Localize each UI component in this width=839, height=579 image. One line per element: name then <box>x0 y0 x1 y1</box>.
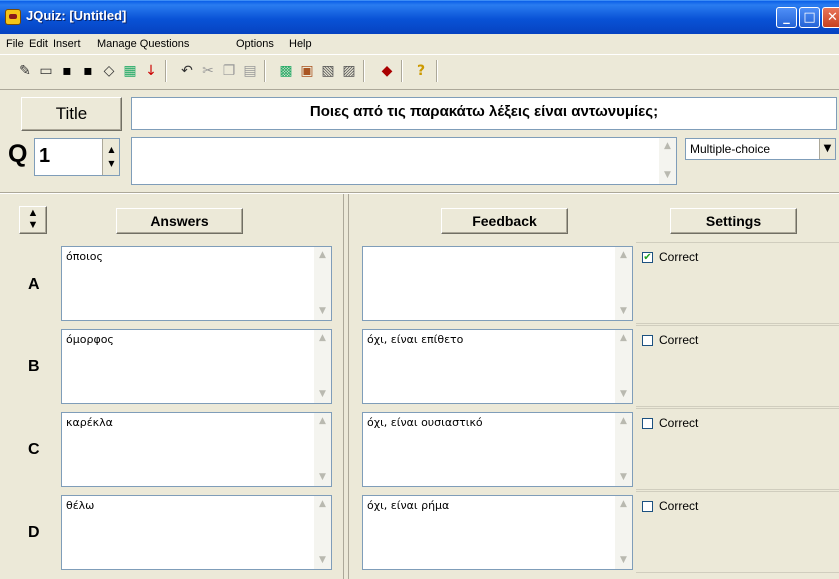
menu-insert[interactable]: Insert <box>53 38 81 50</box>
scroll-down-icon[interactable]: ▼ <box>615 303 632 320</box>
new-icon[interactable]: ✎ <box>16 62 34 80</box>
scroll-down-icon[interactable]: ▼ <box>314 469 331 486</box>
answer-letter-b: B <box>28 358 40 375</box>
masher-icon[interactable]: ▨ <box>340 62 358 80</box>
menu-options[interactable]: Options <box>236 38 274 50</box>
scroll-up-icon[interactable]: ▲ <box>615 247 632 264</box>
answer-letter-d: D <box>28 524 40 541</box>
menu-manage-questions[interactable]: Manage Questions <box>97 38 189 50</box>
correct-label-b: Correct <box>659 333 699 347</box>
correct-checkbox-b[interactable] <box>642 335 653 346</box>
copy-icon[interactable]: ❐ <box>220 62 238 80</box>
arrow-down-icon[interactable]: ↓ <box>142 62 160 80</box>
scroll-down-icon[interactable]: ▼ <box>615 386 632 403</box>
answer-b-scrollbar[interactable]: ▲ ▼ <box>314 330 331 403</box>
answer-letter-a: A <box>28 276 40 293</box>
feedback-c-input[interactable]: όχι, είναι ουσιαστικό <box>362 412 633 487</box>
correct-label-c: Correct <box>659 416 699 430</box>
save-icon[interactable]: ▪ <box>58 62 76 80</box>
feedback-c-scrollbar[interactable]: ▲ ▼ <box>615 413 632 486</box>
feedback-d-scrollbar[interactable]: ▲ ▼ <box>615 496 632 569</box>
scroll-up-icon[interactable]: ▲ <box>314 330 331 347</box>
scroll-up-icon[interactable]: ▲ <box>615 496 632 513</box>
scroll-up-icon[interactable]: ▲ <box>615 413 632 430</box>
web-page-icon[interactable]: ▩ <box>277 62 295 80</box>
question-label: Q <box>8 140 28 168</box>
reorder-answers-button[interactable]: ▲ ▼ <box>19 206 47 234</box>
question-text-scrollbar[interactable]: ▲ ▼ <box>659 138 676 184</box>
answer-d-input[interactable]: θέλω <box>61 495 332 570</box>
scroll-up-icon[interactable]: ▲ <box>314 496 331 513</box>
answer-d-scrollbar[interactable]: ▲ ▼ <box>314 496 331 569</box>
feedback-d-input[interactable]: όχι, είναι ρήμα <box>362 495 633 570</box>
spin-down-icon[interactable]: ▼ <box>105 159 118 168</box>
paste-icon[interactable]: ▤ <box>241 62 259 80</box>
grid-icon[interactable]: ▦ <box>121 62 139 80</box>
scroll-down-icon[interactable]: ▼ <box>615 552 632 569</box>
feedback-b-scrollbar[interactable]: ▲ ▼ <box>615 330 632 403</box>
save-as-icon[interactable]: ▪ <box>79 62 97 80</box>
scroll-up-icon[interactable]: ▲ <box>314 413 331 430</box>
spin-up-icon[interactable]: ▲ <box>105 145 118 154</box>
scroll-up-icon[interactable]: ▲ <box>615 330 632 347</box>
toolbar-separator <box>264 60 266 82</box>
toolbar-separator <box>436 60 438 82</box>
chevron-down-icon[interactable]: ▼ <box>819 139 835 159</box>
vertical-splitter[interactable] <box>343 194 349 579</box>
quiz-title-input[interactable]: Ποιες από τις παρακάτω λέξεις είναι αντω… <box>131 97 837 130</box>
help-icon[interactable]: ? <box>412 62 430 80</box>
cut-icon[interactable]: ✂ <box>199 62 217 80</box>
feedback-b-input[interactable]: όχι, είναι επίθετο <box>362 329 633 404</box>
toolbar-separator <box>165 60 167 82</box>
export-icon[interactable]: ◇ <box>100 62 118 80</box>
feedback-a-input[interactable] <box>362 246 633 321</box>
correct-checkbox-a[interactable]: ✔ <box>642 252 653 263</box>
question-text-input[interactable] <box>131 137 677 185</box>
correct-label-a: Correct <box>659 250 699 264</box>
toolbar-separator <box>363 60 365 82</box>
correct-label-d: Correct <box>659 499 699 513</box>
answer-c-input[interactable]: καρέκλα <box>61 412 332 487</box>
window-title: JQuiz: [Untitled] <box>26 8 127 23</box>
answer-a-input[interactable]: όποιος <box>61 246 332 321</box>
scroll-down-icon[interactable]: ▼ <box>314 303 331 320</box>
close-button[interactable]: ✕ <box>822 7 839 28</box>
title-label: Title <box>21 97 122 131</box>
jquiz-app-icon[interactable] <box>5 9 21 25</box>
horizontal-divider <box>0 192 839 194</box>
answer-letter-c: C <box>28 441 40 458</box>
feedback-a-scrollbar[interactable]: ▲ ▼ <box>615 247 632 320</box>
settings-header-button[interactable]: Settings <box>670 208 797 234</box>
undo-icon[interactable]: ↶ <box>178 62 196 80</box>
menu-edit[interactable]: Edit <box>29 38 48 50</box>
config-icon[interactable]: ◆ <box>378 62 396 80</box>
question-type-select[interactable]: Multiple-choice <box>685 138 836 160</box>
answer-c-scrollbar[interactable]: ▲ ▼ <box>314 413 331 486</box>
answer-b-input[interactable]: όμορφος <box>61 329 332 404</box>
menu-help[interactable]: Help <box>289 38 312 50</box>
answers-header-button[interactable]: Answers <box>116 208 243 234</box>
minimize-button[interactable]: _ <box>776 7 797 28</box>
correct-checkbox-c[interactable] <box>642 418 653 429</box>
menu-file[interactable]: File <box>6 38 24 50</box>
scroll-down-icon[interactable]: ▼ <box>314 386 331 403</box>
scroll-down-icon[interactable]: ▼ <box>615 469 632 486</box>
answer-a-scrollbar[interactable]: ▲ ▼ <box>314 247 331 320</box>
correct-checkbox-d[interactable] <box>642 501 653 512</box>
hot-potatoes-icon[interactable]: ▧ <box>319 62 337 80</box>
scroll-down-icon[interactable]: ▼ <box>659 167 676 184</box>
question-number-stepper[interactable]: ▲ ▼ <box>102 139 119 175</box>
open-icon[interactable]: ▭ <box>37 62 55 80</box>
maximize-button[interactable]: □ <box>799 7 820 28</box>
scroll-up-icon[interactable]: ▲ <box>314 247 331 264</box>
upload-icon[interactable]: ▣ <box>298 62 316 80</box>
feedback-header-button[interactable]: Feedback <box>441 208 568 234</box>
toolbar-separator <box>401 60 403 82</box>
scroll-down-icon[interactable]: ▼ <box>314 552 331 569</box>
scroll-up-icon[interactable]: ▲ <box>659 138 676 155</box>
